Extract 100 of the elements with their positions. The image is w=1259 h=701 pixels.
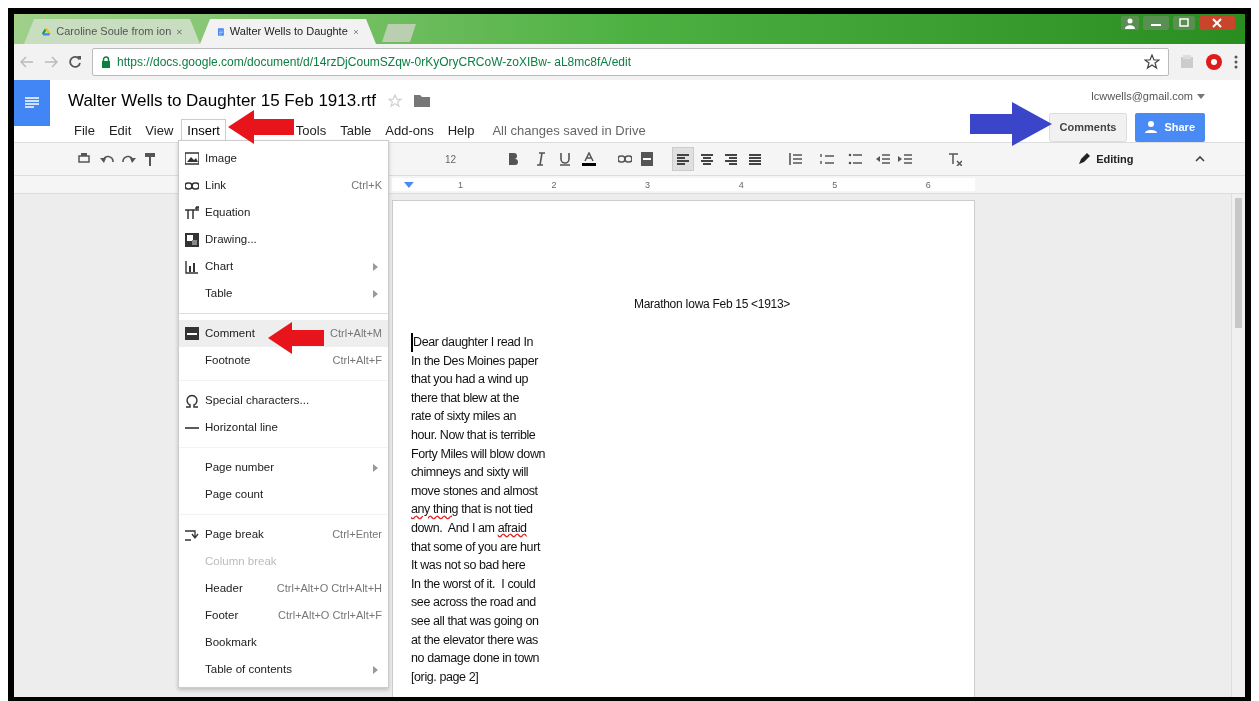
ruler-number: 5 bbox=[831, 179, 839, 190]
text-line: rate of sixty miles an bbox=[411, 408, 517, 426]
menu-item[interactable]: Footnote Ctrl+Alt+F bbox=[179, 347, 388, 374]
text-line: see across the road and bbox=[411, 594, 536, 612]
menu-item[interactable]: Equation bbox=[179, 199, 388, 226]
align-icon bbox=[676, 152, 691, 166]
menu-item[interactable]: Add-ons bbox=[379, 118, 440, 142]
align-icon bbox=[748, 152, 763, 166]
menu-item[interactable]: Table bbox=[179, 280, 388, 307]
text-line: move stones and almost bbox=[411, 482, 538, 500]
close-icon[interactable] bbox=[177, 27, 182, 36]
folder-icon[interactable] bbox=[414, 94, 431, 107]
print-icon[interactable] bbox=[78, 152, 90, 166]
text-line: In the worst of it. I could bbox=[411, 575, 536, 593]
reload-icon[interactable] bbox=[68, 55, 82, 69]
menu-item[interactable]: Image bbox=[179, 145, 388, 172]
menu-item[interactable]: Drawing... bbox=[179, 226, 388, 253]
extension-icon[interactable] bbox=[1205, 53, 1223, 71]
menu-item[interactable]: Page count bbox=[179, 481, 388, 508]
menu-item[interactable]: Table of contents bbox=[179, 656, 388, 683]
pencil-icon bbox=[1078, 153, 1091, 165]
clear-formatting-icon[interactable] bbox=[948, 152, 963, 166]
address-bar[interactable]: https://docs.google.com/document/d/14rzDjCoumSZqw-0rKyOryCRCoW-zoXIBw- aL8mc8fA/edit bbox=[92, 48, 1169, 76]
menu-item[interactable]: Insert bbox=[181, 118, 226, 142]
menu-item[interactable]: Horizontal line bbox=[179, 414, 388, 441]
text-line: no damage done in town bbox=[411, 650, 540, 668]
docs-logo[interactable] bbox=[14, 80, 50, 126]
text-line: see all that was going on bbox=[411, 612, 539, 630]
close-icon[interactable] bbox=[1199, 16, 1235, 30]
comments-button[interactable]: Comments bbox=[1048, 112, 1128, 142]
page-heading: Marathon Iowa Feb 15 <1913> bbox=[634, 297, 790, 311]
submenu-arrow-icon bbox=[373, 289, 378, 298]
link-icon[interactable] bbox=[618, 152, 633, 166]
text-line: chimneys and sixty will bbox=[411, 464, 529, 482]
text-line: down. And I am afraid bbox=[411, 519, 527, 537]
text-line: It was not so bad here bbox=[411, 557, 526, 575]
text-color-icon[interactable] bbox=[582, 152, 597, 166]
menu-item[interactable]: Bookmark bbox=[179, 629, 388, 656]
document-icon bbox=[25, 97, 39, 109]
account-email[interactable]: lcwwells@gmail.com bbox=[1091, 88, 1193, 105]
text-line: Forty Miles will blow down bbox=[411, 445, 546, 463]
scrollbar[interactable] bbox=[1231, 194, 1245, 697]
maximize-icon[interactable] bbox=[1173, 16, 1195, 30]
caret-icon[interactable] bbox=[1197, 93, 1205, 99]
menu-item[interactable]: Page number bbox=[179, 454, 388, 481]
line-spacing-icon[interactable] bbox=[788, 152, 803, 166]
tab-title: Walter Wells to Daughte bbox=[229, 24, 348, 40]
url-text: https://docs.google.com/document/d/14rzDjCoumSZqw-0rKyOryCRCoW-zoXIBw- aL8mc8fA/edit bbox=[117, 54, 632, 71]
ruler-number: 4 bbox=[737, 179, 745, 190]
menu-item[interactable]: Table bbox=[334, 118, 378, 142]
browser-tab[interactable]: Caroline Soule from ion bbox=[24, 19, 200, 44]
bold-icon[interactable] bbox=[506, 152, 521, 166]
close-icon[interactable] bbox=[353, 27, 358, 36]
menu-item[interactable]: Help bbox=[441, 118, 481, 142]
editing-mode[interactable]: Editing bbox=[1096, 150, 1134, 168]
star-icon[interactable] bbox=[1144, 54, 1160, 70]
ruler-number: 2 bbox=[550, 179, 558, 190]
increase-indent-icon[interactable] bbox=[898, 152, 913, 166]
align-icon bbox=[700, 152, 715, 166]
save-status: All changes saved in Drive bbox=[492, 121, 646, 140]
menu-item[interactable]: Special characters... bbox=[179, 387, 388, 414]
drawing-icon bbox=[185, 232, 199, 247]
arrow-icon bbox=[970, 102, 1052, 146]
menu-item[interactable]: View bbox=[139, 118, 180, 142]
text-line: hour. Now that is terrible bbox=[411, 426, 536, 444]
font-size-field[interactable]: 12 bbox=[445, 151, 457, 167]
menu-item[interactable]: Footer Ctrl+Alt+O Ctrl+Alt+F bbox=[179, 602, 388, 629]
text-line: there that blew at the bbox=[411, 389, 519, 407]
collapse-icon[interactable] bbox=[1195, 154, 1206, 164]
menu-item[interactable]: File bbox=[68, 118, 101, 142]
document-title[interactable]: Walter Wells to Daughter 15 Feb 1913.rtf bbox=[68, 88, 377, 114]
tab-title: Caroline Soule from ion bbox=[56, 24, 172, 40]
bulleted-list-icon[interactable] bbox=[848, 152, 863, 166]
menu-item[interactable]: Edit bbox=[102, 118, 138, 142]
menu-item[interactable]: Page break Ctrl+Enter bbox=[179, 521, 388, 548]
menu-item[interactable]: Tools bbox=[289, 118, 333, 142]
chart-icon bbox=[185, 259, 199, 274]
menu-item[interactable]: Link Ctrl+K bbox=[179, 172, 388, 199]
numbered-list-icon[interactable] bbox=[820, 152, 835, 166]
text-line: at the elevator there was bbox=[411, 631, 538, 649]
menu-item[interactable]: Chart bbox=[179, 253, 388, 280]
paint-format-icon[interactable] bbox=[144, 152, 156, 166]
align-icon bbox=[724, 152, 739, 166]
ruler-number: 1 bbox=[457, 179, 465, 190]
horizontal-line-icon bbox=[185, 426, 199, 429]
underline-icon[interactable] bbox=[558, 152, 573, 166]
align-button[interactable] bbox=[672, 147, 695, 171]
text-line: that you had a wind up bbox=[411, 371, 528, 389]
menu-icon[interactable] bbox=[1233, 54, 1239, 70]
profile-icon[interactable] bbox=[1121, 16, 1139, 30]
ruler-number: 3 bbox=[644, 179, 652, 190]
decrease-indent-icon[interactable] bbox=[876, 152, 891, 166]
menu-item[interactable]: Header Ctrl+Alt+O Ctrl+Alt+H bbox=[179, 575, 388, 602]
indent-marker-icon[interactable] bbox=[404, 181, 414, 188]
menu-item: Column break bbox=[204, 553, 278, 569]
browser-tab[interactable]: Walter Wells to Daughte bbox=[200, 19, 376, 44]
minimize-icon[interactable] bbox=[1143, 16, 1169, 30]
submenu-arrow-icon bbox=[373, 463, 378, 472]
comment-icon[interactable] bbox=[640, 152, 655, 166]
ruler-number: 6 bbox=[924, 179, 932, 190]
